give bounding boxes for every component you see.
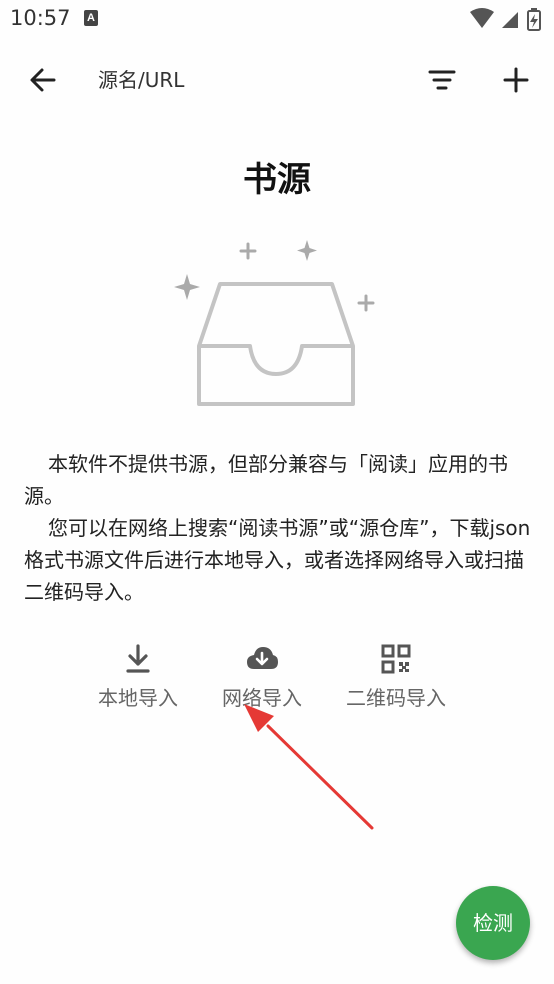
qr-code-icon xyxy=(381,644,411,674)
page-title: 书源 xyxy=(243,160,311,200)
cloud-download-icon xyxy=(247,647,278,669)
qrcode-import-button[interactable]: 二维码导入 xyxy=(346,642,446,711)
wifi-icon xyxy=(470,8,494,28)
description-paragraph: 本软件不提供书源，但部分兼容与「阅读」应用的书源。 xyxy=(24,452,508,508)
inbox-tray-icon xyxy=(197,282,355,406)
network-import-button[interactable]: 网络导入 xyxy=(222,642,302,711)
qrcode-import-label: 二维码导入 xyxy=(346,686,446,710)
empty-inbox-icon xyxy=(174,240,375,406)
battery-icon xyxy=(527,8,541,31)
signal-icon xyxy=(502,12,518,28)
add-button[interactable] xyxy=(494,58,538,102)
download-icon xyxy=(126,644,150,673)
import-actions: 本地导入 网络导入 二维码导入 xyxy=(0,642,554,722)
status-time: 10:57 xyxy=(10,6,71,30)
status-bar: 10:57 A xyxy=(0,0,554,38)
back-button[interactable] xyxy=(22,58,66,102)
back-arrow-icon xyxy=(30,68,56,92)
status-icons xyxy=(470,8,541,31)
description: 本软件不提供书源，但部分兼容与「阅读」应用的书源。 您可以在网络上搜索“阅读书源… xyxy=(24,448,534,608)
check-fab-button[interactable]: 检测 xyxy=(456,886,530,960)
notification-icon: A xyxy=(84,10,98,26)
filter-icon xyxy=(428,70,456,90)
local-import-button[interactable]: 本地导入 xyxy=(98,642,178,711)
toolbar: 源名/URL xyxy=(0,50,554,110)
filter-button[interactable] xyxy=(420,58,464,102)
search-input[interactable]: 源名/URL xyxy=(98,64,184,93)
network-import-label: 网络导入 xyxy=(222,686,302,710)
add-icon xyxy=(503,67,529,93)
description-paragraph: 您可以在网络上搜索“阅读书源”或“源仓库”，下载json格式书源文件后进行本地导… xyxy=(24,516,531,604)
local-import-label: 本地导入 xyxy=(98,686,178,710)
sparkle-icon xyxy=(174,240,317,300)
